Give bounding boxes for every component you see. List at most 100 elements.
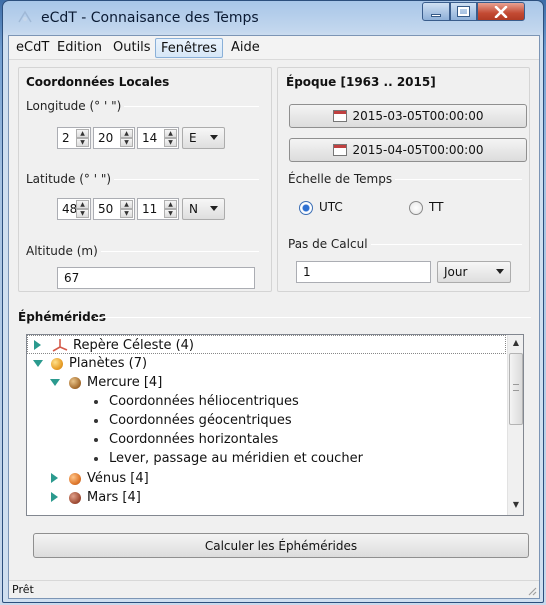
utc-radio[interactable] (299, 201, 313, 215)
spin-down-icon[interactable]: ▼ (76, 138, 89, 147)
latitude-direction-select[interactable]: N (182, 198, 225, 220)
separator (95, 317, 531, 318)
spin-down-icon[interactable]: ▼ (120, 209, 133, 218)
end-date-button[interactable]: 2015-04-05T00:00:00 (289, 138, 527, 162)
expand-arrow-icon[interactable] (34, 340, 41, 350)
altitude-value: 67 (64, 271, 80, 285)
pas-unit-select[interactable]: Jour (437, 261, 511, 283)
tree-label: Vénus [4] (87, 471, 149, 486)
echelle-label: Échelle de Temps (288, 172, 396, 186)
application-window: eCdT - Connaisance des Temps eCdT Editio… (2, 0, 544, 603)
scroll-down-icon[interactable]: ▼ (509, 498, 523, 513)
epoque-title: Époque [1963 .. 2015] (286, 75, 436, 89)
tree-row-lever[interactable]: Lever, passage au méridien et coucher (27, 449, 497, 468)
bullet-icon (94, 438, 98, 442)
spin-up-icon[interactable]: ▲ (164, 200, 177, 209)
title-bar[interactable]: eCdT - Connaisance des Temps (3, 1, 543, 35)
spin-down-icon[interactable]: ▼ (120, 138, 133, 147)
longitude-min-stepper[interactable]: 20 ▲ ▼ (93, 127, 135, 149)
spin-down-icon[interactable]: ▼ (164, 209, 177, 218)
pas-value: 1 (303, 265, 311, 279)
spin-up-icon[interactable]: ▲ (164, 129, 177, 138)
calendar-icon (332, 144, 347, 156)
start-date-label: 2015-03-05T00:00:00 (352, 109, 484, 123)
tree-label: Coordonnées horizontales (109, 432, 279, 447)
latitude-min-stepper[interactable]: 50 ▲ ▼ (93, 198, 135, 220)
resize-grip-icon[interactable] (525, 584, 537, 596)
spin-down-icon[interactable]: ▼ (164, 138, 177, 147)
tree-row-planetes[interactable]: Planètes (7) (27, 354, 497, 373)
tree-row-heliocentriques[interactable]: Coordonnées héliocentriques (27, 392, 497, 411)
collapse-arrow-icon[interactable] (33, 360, 43, 367)
longitude-label: Longitude (° ' ") (26, 99, 125, 113)
spin-up-icon[interactable]: ▲ (120, 129, 133, 138)
menu-edition[interactable]: Edition (52, 38, 107, 58)
planets-icon (51, 358, 63, 370)
tree-label: Planètes (7) (69, 356, 148, 371)
expand-arrow-icon[interactable] (51, 492, 58, 502)
calculer-label: Calculer les Éphémérides (204, 538, 358, 553)
longitude-deg-stepper[interactable]: 2 ▲ ▼ (57, 127, 91, 149)
spin-down-icon[interactable]: ▼ (76, 209, 89, 218)
spin-up-icon[interactable]: ▲ (76, 129, 89, 138)
longitude-direction-value: E (189, 131, 197, 145)
longitude-sec-value: 14 (142, 131, 158, 145)
tree-label: Lever, passage au méridien et coucher (109, 451, 363, 466)
status-text: Prêt (12, 583, 34, 596)
venus-icon (69, 473, 81, 485)
tree-row-venus[interactable]: Vénus [4] (27, 469, 497, 488)
tree-row-mars[interactable]: Mars [4] (27, 488, 497, 507)
collapse-arrow-icon[interactable] (50, 379, 60, 386)
chevron-down-icon (210, 206, 218, 211)
bullet-icon (94, 457, 98, 461)
menu-ecdt[interactable]: eCdT (11, 38, 54, 58)
expand-arrow-icon[interactable] (51, 473, 58, 483)
tree-label: Repère Céleste (4) (73, 338, 194, 353)
tree-row-horizontales[interactable]: Coordonnées horizontales (27, 430, 497, 449)
menu-fenetres[interactable]: Fenêtres (155, 38, 223, 58)
scroll-up-icon[interactable]: ▲ (509, 336, 523, 351)
tree-scrollbar[interactable]: ▲ ▼ (507, 335, 523, 515)
altitude-input[interactable]: 67 (57, 267, 255, 289)
calculer-button[interactable]: Calculer les Éphémérides (33, 533, 529, 558)
menu-aide[interactable]: Aide (226, 38, 265, 58)
menu-outils[interactable]: Outils (108, 38, 156, 58)
latitude-deg-stepper[interactable]: 48 ▲ ▼ (57, 198, 91, 220)
longitude-deg-value: 2 (62, 131, 70, 145)
scrollbar-thumb[interactable] (509, 353, 523, 425)
app-icon (18, 10, 32, 23)
longitude-sec-stepper[interactable]: 14 ▲ ▼ (137, 127, 179, 149)
minimize-button[interactable] (422, 2, 450, 21)
maximize-icon (457, 6, 470, 17)
pas-input[interactable]: 1 (296, 261, 431, 283)
tree-label: Coordonnées héliocentriques (109, 394, 299, 409)
end-date-label: 2015-04-05T00:00:00 (352, 143, 484, 157)
tt-label: TT (429, 200, 444, 214)
latitude-label: Latitude (° ' ") (26, 172, 115, 186)
tt-radio[interactable] (409, 201, 423, 215)
longitude-direction-select[interactable]: E (182, 127, 225, 149)
close-button[interactable] (477, 2, 525, 21)
tree-row-repere[interactable]: Repère Céleste (4) (27, 335, 506, 354)
spin-up-icon[interactable]: ▲ (76, 200, 89, 209)
mars-icon (69, 492, 81, 504)
tree-row-geocentriques[interactable]: Coordonnées géocentriques (27, 411, 497, 430)
mercury-icon (69, 377, 81, 389)
bullet-icon (94, 400, 98, 404)
ephemerides-tree[interactable]: Repère Céleste (4) Planètes (7) Mercure … (26, 334, 524, 516)
tree-row-mercure[interactable]: Mercure [4] (27, 373, 497, 392)
status-bar: Prêt (9, 580, 539, 598)
maximize-button[interactable] (450, 2, 477, 21)
bullet-icon (94, 419, 98, 423)
minimize-icon (431, 13, 441, 17)
latitude-sec-stepper[interactable]: 11 ▲ ▼ (137, 198, 179, 220)
altitude-label: Altitude (m) (26, 244, 101, 258)
latitude-direction-value: N (189, 202, 198, 216)
latitude-deg-value: 48 (62, 202, 78, 216)
tree-label: Coordonnées géocentriques (109, 413, 292, 428)
start-date-button[interactable]: 2015-03-05T00:00:00 (289, 104, 527, 128)
spin-up-icon[interactable]: ▲ (120, 200, 133, 209)
close-icon (494, 5, 508, 18)
longitude-min-value: 20 (98, 131, 114, 145)
axis-icon (52, 339, 68, 352)
